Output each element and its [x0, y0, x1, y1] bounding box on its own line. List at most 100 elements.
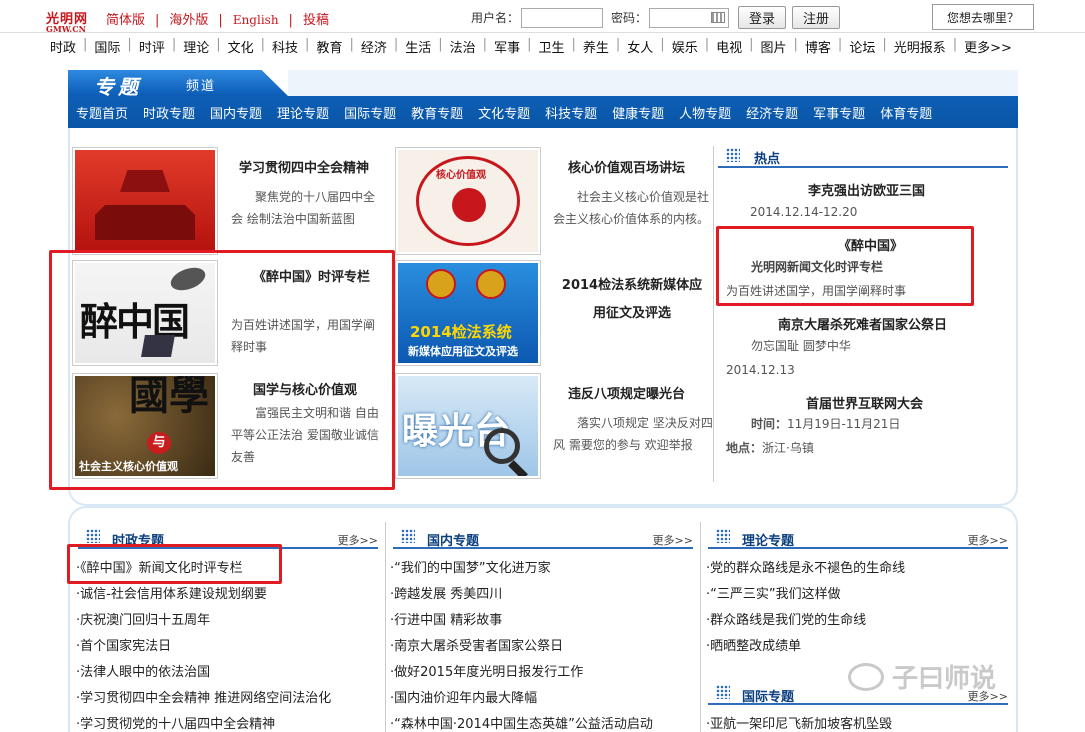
- channel-link[interactable]: 养生: [583, 37, 609, 56]
- separator: |: [571, 37, 576, 52]
- channel-link[interactable]: 娱乐: [672, 37, 698, 56]
- list-item[interactable]: ·晒晒整改成绩单: [706, 634, 905, 660]
- separator: |: [349, 37, 354, 52]
- hot-time-value: 11月19日-11月21日: [787, 417, 901, 431]
- list-item[interactable]: ·“我们的中国梦”文化进万家: [390, 556, 653, 582]
- list-item[interactable]: ·亚航一架印尼飞新加坡客机坠毁: [706, 712, 892, 732]
- topic-nav-item[interactable]: 教育专题: [411, 103, 463, 122]
- channel-link[interactable]: 时政: [50, 37, 76, 56]
- login-button[interactable]: 登录: [738, 6, 787, 29]
- feature-title[interactable]: 核心价值观百场讲坛: [568, 157, 685, 176]
- topic-nav-item[interactable]: 健康专题: [612, 103, 664, 122]
- channel-link[interactable]: 光明报系: [894, 37, 946, 56]
- list-item[interactable]: ·学习贯彻四中全会精神 推进网络空间法治化: [76, 686, 331, 712]
- topic-nav-item[interactable]: 文化专题: [478, 103, 530, 122]
- username-input[interactable]: [521, 7, 604, 28]
- hot-title[interactable]: 李克强出访欧亚三国: [808, 180, 925, 199]
- list-item[interactable]: ·学习贯彻党的十八届四中全会精神: [76, 712, 331, 732]
- tiananmen-image: [75, 150, 215, 252]
- exposure-image: 曝光台: [398, 376, 538, 476]
- channel-link[interactable]: 教育: [316, 37, 342, 56]
- list-item[interactable]: ·首个国家宪法日: [76, 634, 331, 660]
- list-item[interactable]: ·国内油价迎年内最大降幅: [390, 686, 653, 712]
- topic-nav-item[interactable]: 科技专题: [545, 103, 597, 122]
- separator: |: [527, 37, 532, 52]
- channel-link[interactable]: 经济: [361, 37, 387, 56]
- more-link[interactable]: 更多>>: [338, 532, 378, 548]
- site-logo[interactable]: 光明网 GMW.CN: [46, 8, 88, 34]
- highlight-box-left: [49, 250, 395, 490]
- topic-nav-item[interactable]: 理论专题: [277, 103, 329, 122]
- channel-link[interactable]: 军事: [494, 37, 520, 56]
- list-item[interactable]: ·法律人眼中的依法治国: [76, 660, 331, 686]
- list-item[interactable]: ·南京大屠杀受害者国家公祭日: [390, 634, 653, 660]
- section-title[interactable]: 理论专题: [742, 530, 794, 549]
- password-wrapper: [647, 7, 738, 28]
- feature-title[interactable]: 学习贯彻四中全会精神: [239, 157, 369, 176]
- hot-time: 时间：11月19日-11月21日: [751, 413, 900, 435]
- feature-thumb-core-values[interactable]: 核心价值观: [395, 147, 541, 255]
- feature-title[interactable]: 违反八项规定曝光台: [568, 383, 685, 402]
- topic-nav-item[interactable]: 体育专题: [880, 103, 932, 122]
- jianfa-image: 2014检法系统 新媒体应用征文及评选: [398, 263, 538, 363]
- list-item[interactable]: ·行进中国 精彩故事: [390, 608, 653, 634]
- keyboard-icon[interactable]: [711, 11, 726, 23]
- link-english[interactable]: English: [233, 13, 279, 27]
- link-overseas[interactable]: 海外版: [169, 13, 208, 28]
- hot-title[interactable]: 南京大屠杀死难者国家公祭日: [778, 314, 947, 333]
- list-item[interactable]: ·跨越发展 秀美四川: [390, 582, 653, 608]
- feature-thumb-jianfa[interactable]: 2014检法系统 新媒体应用征文及评选: [395, 260, 541, 366]
- channel-link[interactable]: 女人: [627, 37, 653, 56]
- channel-link[interactable]: 国际: [94, 37, 120, 56]
- more-link[interactable]: 更多>>: [653, 532, 693, 548]
- channel-link[interactable]: 电视: [716, 37, 742, 56]
- channel-link[interactable]: 生活: [405, 37, 431, 56]
- topic-nav-item[interactable]: 时政专题: [143, 103, 195, 122]
- link-simplified[interactable]: 简体版: [106, 13, 145, 28]
- channel-link[interactable]: 科技: [272, 37, 298, 56]
- list-item[interactable]: ·庆祝澳门回归十五周年: [76, 608, 331, 634]
- section-title[interactable]: 国内专题: [427, 530, 479, 549]
- topic-nav-item[interactable]: 国际专题: [344, 103, 396, 122]
- hot-title[interactable]: 首届世界互联网大会: [806, 393, 923, 412]
- channel-link[interactable]: 法治: [450, 37, 476, 56]
- section-title[interactable]: 国际专题: [742, 686, 794, 705]
- topic-nav-home[interactable]: 专题首页: [76, 103, 128, 122]
- separator: |: [260, 37, 266, 52]
- list-item[interactable]: ·诚信-社会信用体系建设规划纲要: [76, 582, 331, 608]
- separator: |: [660, 37, 665, 52]
- list-item[interactable]: ·党的群众路线是永不褪色的生命线: [706, 556, 905, 582]
- channel-link[interactable]: 理论: [183, 37, 209, 56]
- channel-link[interactable]: 图片: [761, 37, 787, 56]
- password-label: 密码：: [611, 11, 648, 25]
- logo-subtext: GMW.CN: [46, 24, 86, 34]
- channel-nav: 时政 | 国际 | 时评 | 理论 | 文化 | 科技 | 教育 | 经济 | 生活 | 法治 | …: [50, 37, 1012, 56]
- list-item[interactable]: ·“三严三实”我们这样做: [706, 582, 905, 608]
- hot-subtitle: 2014.12.14-12.20: [750, 205, 858, 219]
- channel-link[interactable]: 论坛: [849, 37, 875, 56]
- dots-icon: [716, 685, 730, 699]
- topic-nav: 专题首页 时政专题 国内专题 理论专题 国际专题 教育专题 文化专题 科技专题 …: [76, 103, 947, 122]
- core-values-seal: 核心价值观: [398, 150, 538, 252]
- list-item[interactable]: ·群众路线是我们党的生命线: [706, 608, 905, 634]
- channel-link[interactable]: 卫生: [538, 37, 564, 56]
- topic-nav-item[interactable]: 国内专题: [210, 103, 262, 122]
- list-item[interactable]: ·“森林中国·2014中国生态英雄”公益活动启动: [390, 712, 653, 732]
- channel-more-link[interactable]: 更多>>: [964, 37, 1012, 56]
- topic-nav-item[interactable]: 经济专题: [746, 103, 798, 122]
- where-to-go-button[interactable]: 您想去哪里？: [932, 4, 1034, 30]
- feature-thumb-plenum[interactable]: [72, 147, 218, 255]
- feature-title[interactable]: 2014检法系统新媒体应用征文及评选: [556, 272, 708, 328]
- channel-link[interactable]: 文化: [228, 37, 254, 56]
- jianfa-image-title: 2014检法系统: [410, 323, 512, 341]
- link-submit[interactable]: 投稿: [303, 13, 329, 28]
- channel-link[interactable]: 博客: [805, 37, 831, 56]
- topic-nav-item[interactable]: 人物专题: [679, 103, 731, 122]
- register-button[interactable]: 注册: [792, 6, 841, 29]
- channel-link[interactable]: 时评: [139, 37, 165, 56]
- more-link[interactable]: 更多>>: [968, 532, 1008, 548]
- feature-thumb-exposure[interactable]: 曝光台: [395, 373, 541, 479]
- hot-subtitle: 勿忘国耻 圆梦中华: [751, 339, 851, 353]
- topic-nav-item[interactable]: 军事专题: [813, 103, 865, 122]
- list-item[interactable]: ·做好2015年度光明日报发行工作: [390, 660, 653, 686]
